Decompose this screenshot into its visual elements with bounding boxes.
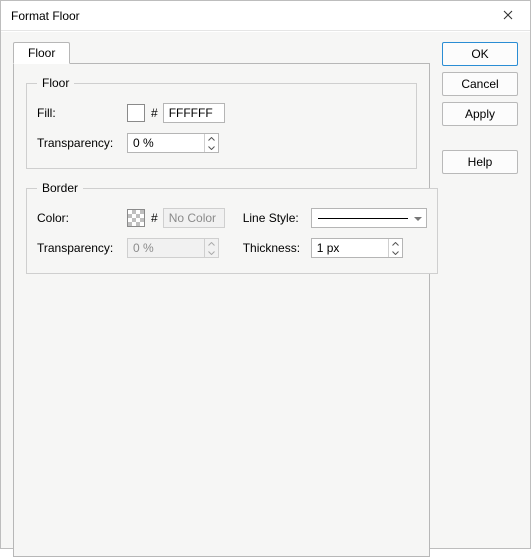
spinner-arrows [204,134,218,152]
border-color-swatch[interactable] [127,209,145,227]
group-border: Border Color: # Transparency: [26,181,438,274]
fill-label: Fill: [37,106,127,120]
spinner-up[interactable] [389,239,402,248]
tab-floor[interactable]: Floor [13,42,70,64]
thickness-spinner[interactable]: 1 px [311,238,403,258]
cancel-button[interactable]: Cancel [442,72,518,96]
line-style-label: Line Style: [243,211,311,225]
row-floor-transparency: Transparency: 0 % [37,130,406,156]
line-style-sample [318,218,408,219]
line-style-dropdown[interactable] [311,208,427,228]
spinner-arrows [204,239,218,257]
spinner-down[interactable] [205,143,218,152]
spinner-arrows [388,239,402,257]
floor-transparency-value: 0 % [128,134,204,152]
ok-label: OK [471,47,488,61]
row-border-color: Color: # [37,205,225,231]
hash-symbol: # [151,211,158,225]
tab-panel-floor: Floor Fill: # Transparency: 0 % [13,63,430,557]
border-transparency-label: Transparency: [37,241,127,255]
spinner-up[interactable] [205,134,218,143]
border-color-hex-input [163,208,225,228]
border-transparency-value: 0 % [128,239,204,257]
spinner-down[interactable] [389,248,402,257]
cancel-label: Cancel [461,77,498,91]
thickness-value: 1 px [312,239,388,257]
fill-swatch[interactable] [127,104,145,122]
floor-transparency-spinner[interactable]: 0 % [127,133,219,153]
help-button[interactable]: Help [442,150,518,174]
row-fill: Fill: # [37,100,406,126]
fill-hex-input[interactable] [163,103,225,123]
row-thickness: Thickness: 1 px [243,235,427,261]
button-gap [442,132,518,144]
border-color-label: Color: [37,211,127,225]
dialog-window: Format Floor Floor Floor Fill: # [0,0,531,549]
border-transparency-spinner: 0 % [127,238,219,258]
hash-symbol: # [151,106,158,120]
dialog-content: Floor Floor Fill: # Transparency: [1,31,530,548]
help-label: Help [468,155,493,169]
title-bar: Format Floor [1,1,530,31]
close-icon [503,9,513,23]
apply-button[interactable]: Apply [442,102,518,126]
spinner-down [205,248,218,257]
checker-icon [128,210,144,226]
ok-button[interactable]: OK [442,42,518,66]
main-area: Floor Floor Fill: # Transparency: [13,42,430,536]
row-line-style: Line Style: [243,205,427,231]
group-floor-legend: Floor [37,76,74,90]
group-border-legend: Border [37,181,83,195]
group-floor: Floor Fill: # Transparency: 0 % [26,76,417,169]
row-border-transparency: Transparency: 0 % [37,235,225,261]
floor-transparency-label: Transparency: [37,136,127,150]
close-button[interactable] [486,1,530,31]
window-title: Format Floor [11,9,486,23]
tab-strip: Floor [13,42,430,64]
apply-label: Apply [465,107,495,121]
button-column: OK Cancel Apply Help [442,42,518,536]
chevron-down-icon [414,211,422,225]
tab-label: Floor [28,46,55,60]
thickness-label: Thickness: [243,241,311,255]
spinner-up [205,239,218,248]
